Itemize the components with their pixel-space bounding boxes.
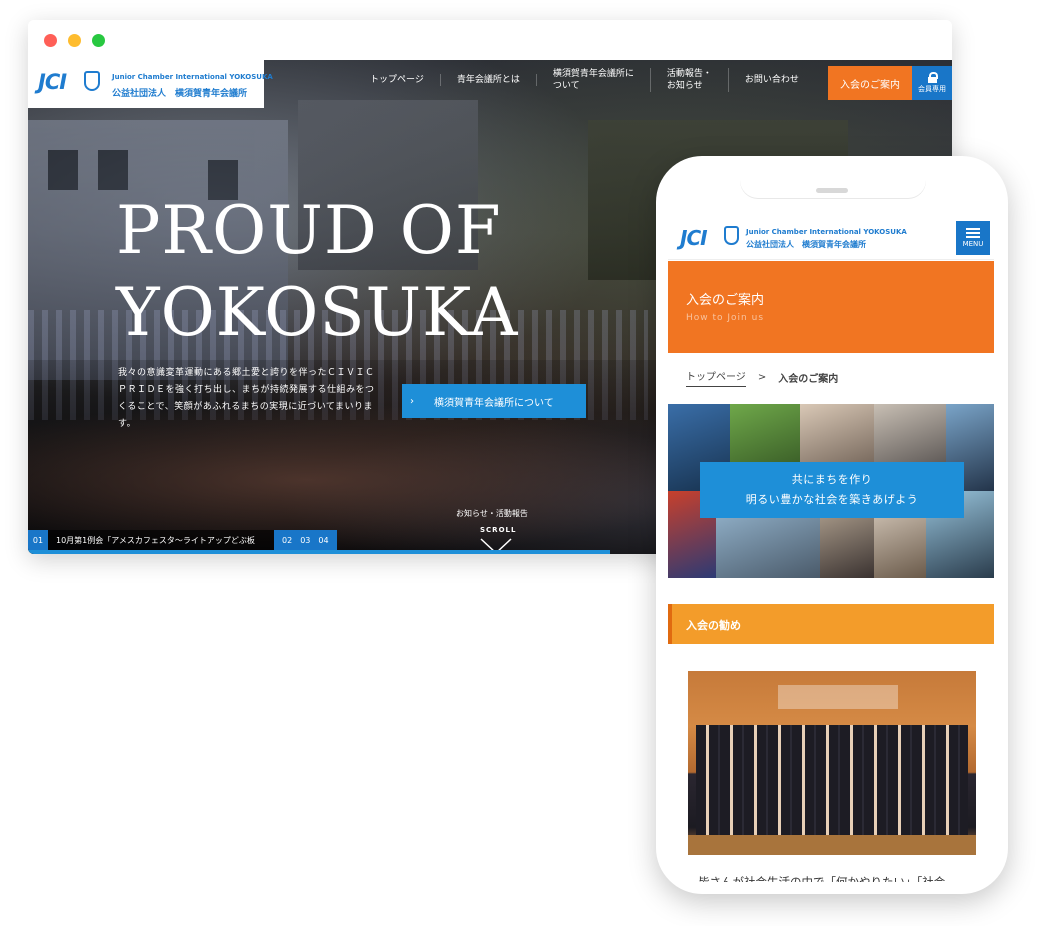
mobile-jci-shield-icon <box>724 226 739 245</box>
collage-caption: 共にまちを作り 明るい豊かな社会を築きあげよう <box>700 462 964 518</box>
hero-description: 我々の意識変革運動にある郷土愛と誇りを伴ったＣＩＶＩＣ ＰＲＩＤＥを強く打ち出し… <box>118 368 375 429</box>
global-nav: トップページ 青年会議所とは 横須賀青年会議所に ついて 活動報告・ お知らせ … <box>354 60 815 100</box>
mobile-menu-button[interactable]: MENU <box>956 221 990 255</box>
page-title-banner: 入会のご案内 How to Join us <box>668 261 994 353</box>
mobile-logo-japanese-name: 公益社団法人 横須賀青年会議所 <box>746 240 866 249</box>
page-title: 入会のご案内 <box>686 293 765 308</box>
group-photo-stage-sign <box>778 685 898 709</box>
logo-japanese-name: 公益社団法人 横須賀青年会議所 <box>112 89 248 99</box>
breadcrumb-separator: > <box>757 372 767 383</box>
scroll-label: SCROLL <box>480 526 517 534</box>
jci-shield-icon <box>84 71 100 91</box>
maximize-window-dot[interactable] <box>92 34 105 47</box>
close-window-dot[interactable] <box>44 34 57 47</box>
members-only-label: 会員専用 <box>918 85 946 93</box>
slide-page-4[interactable]: 04 <box>314 536 332 545</box>
nav-item-top[interactable]: トップページ <box>354 74 441 86</box>
slide-headline[interactable]: 10月第1例会「アメスカフェスタ～ライトアップどぶ板 <box>48 530 274 550</box>
browser-titlebar <box>28 20 952 60</box>
body-text: 皆さんが社会生活の中で「何かやりたい」「社会 <box>698 875 946 882</box>
slide-pagination: 02 03 04 <box>274 530 337 550</box>
mobile-logo-english-name: Junior Chamber International YOKOSUKA <box>746 228 907 236</box>
page-subtitle: How to Join us <box>686 313 765 323</box>
hero-title-line2: YOKOSUKA <box>116 274 519 351</box>
about-yokosuka-button-label: 横須賀青年会議所について <box>434 397 554 409</box>
slide-current-number[interactable]: 01 <box>28 530 48 550</box>
mobile-phone-mockup: JCI Junior Chamber International YOKOSUK… <box>656 156 1008 894</box>
section-title: 入会の勧め <box>686 619 741 632</box>
group-photo <box>688 671 976 855</box>
join-info-button[interactable]: 入会のご案内 <box>828 66 912 100</box>
slide-page-2[interactable]: 02 <box>278 536 296 545</box>
nav-item-about-jc[interactable]: 青年会議所とは <box>441 74 537 86</box>
section-heading: 入会の勧め <box>668 604 994 644</box>
phone-notch <box>740 168 926 198</box>
breadcrumb: トップページ > 入会のご案内 <box>686 368 838 387</box>
members-photo-collage: 共にまちを作り 明るい豊かな社会を築きあげよう <box>668 404 994 578</box>
collage-caption-line1: 共にまちを作り <box>791 473 873 486</box>
section-heading-accent <box>668 604 672 644</box>
breadcrumb-current: 入会のご案内 <box>778 374 839 385</box>
chevron-right-icon: › <box>410 395 414 407</box>
news-slider: 01 10月第1例会「アメスカフェスタ～ライトアップどぶ板 02 03 04 <box>28 530 337 550</box>
collage-caption-line2: 明るい豊かな社会を築きあげよう <box>745 493 919 506</box>
about-yokosuka-button[interactable]: › 横須賀青年会議所について <box>402 384 586 418</box>
slide-page-3[interactable]: 03 <box>296 536 314 545</box>
site-logo[interactable]: JCI Junior Chamber International YOKOSUK… <box>28 60 273 108</box>
hero-title-line1: PROUD OF <box>116 192 502 269</box>
lock-icon <box>927 72 938 83</box>
slider-progress-bar <box>28 550 611 554</box>
members-only-button[interactable]: 会員専用 <box>912 66 952 100</box>
jci-logo-mark: JCI <box>38 70 67 94</box>
minimize-window-dot[interactable] <box>68 34 81 47</box>
logo-english-name: Junior Chamber International YOKOSUKA <box>112 73 273 81</box>
mobile-screen: JCI Junior Chamber International YOKOSUK… <box>668 168 994 882</box>
hero-title: PROUD OF YOKOSUKA <box>116 190 518 354</box>
news-section-link[interactable]: お知らせ・活動報告 <box>456 508 528 519</box>
hamburger-icon <box>966 228 980 238</box>
nav-item-about-yokosuka[interactable]: 横須賀青年会議所に ついて <box>537 68 651 92</box>
breadcrumb-home-link[interactable]: トップページ <box>686 368 746 387</box>
nav-item-news[interactable]: 活動報告・ お知らせ <box>651 68 729 92</box>
mobile-jci-logo-mark[interactable]: JCI <box>680 226 708 250</box>
mobile-menu-label: MENU <box>962 240 984 248</box>
nav-item-contact[interactable]: お問い合わせ <box>729 74 815 86</box>
phone-speaker <box>816 188 848 193</box>
mobile-header: JCI Junior Chamber International YOKOSUK… <box>668 206 994 260</box>
